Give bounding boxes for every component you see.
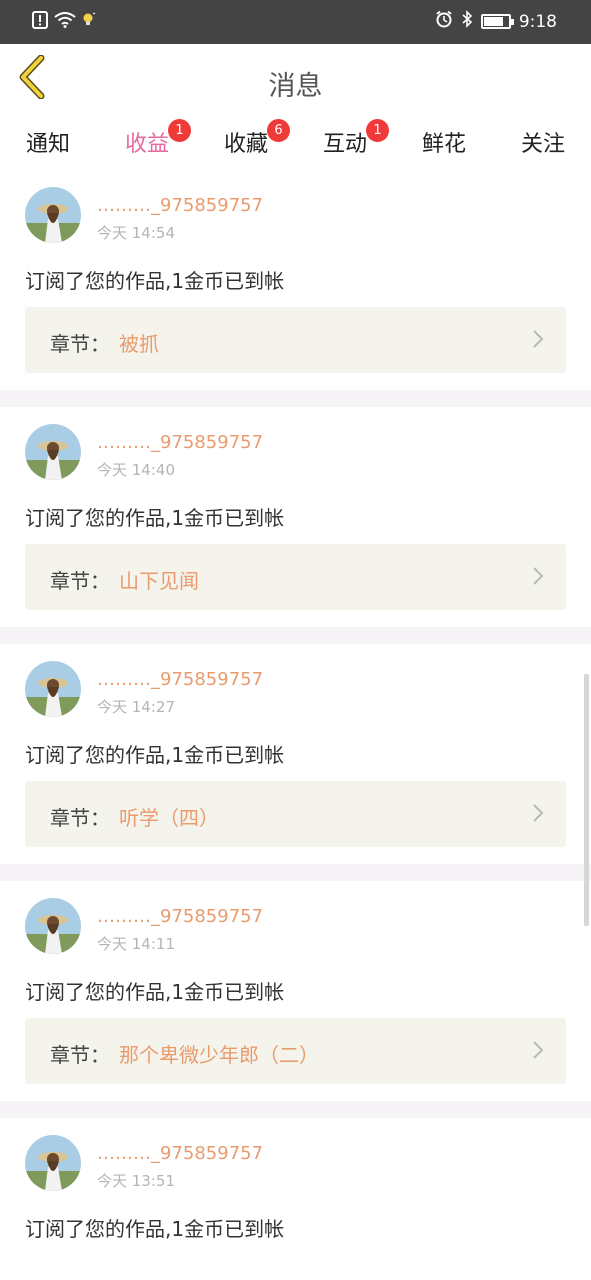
alert-icon [32, 11, 48, 33]
tab-favorites[interactable]: 收藏 6 [206, 119, 290, 166]
list-item: ………_975859757 今天 14:54 订阅了您的作品,1金币已到帐 章节… [0, 170, 591, 390]
message-text: 订阅了您的作品,1金币已到帐 [25, 506, 285, 530]
wifi-icon [54, 12, 76, 32]
list-item: ………_975859757 今天 14:11 订阅了您的作品,1金币已到帐 章节… [0, 881, 591, 1101]
username[interactable]: ………_975859757 [97, 906, 263, 927]
timestamp: 今天 14:54 [97, 224, 175, 242]
avatar[interactable] [25, 898, 81, 954]
chevron-right-icon [532, 1040, 544, 1064]
tab-label: 收益 [124, 132, 169, 157]
list-item: ………_975859757 今天 14:27 订阅了您的作品,1金币已到帐 章节… [0, 644, 591, 864]
bluetooth-icon [461, 10, 473, 33]
chapter-label: 章节： [50, 1043, 110, 1067]
username[interactable]: ………_975859757 [97, 1143, 263, 1164]
chapter-title: 听学（四） [119, 806, 219, 830]
chevron-right-icon [532, 803, 544, 827]
tab-label: 互动 [322, 132, 367, 157]
chapter-link[interactable]: 章节： 那个卑微少年郎（二） [25, 1018, 566, 1084]
scrollbar[interactable] [584, 674, 589, 926]
message-text: 订阅了您的作品,1金币已到帐 [25, 1217, 285, 1241]
unread-badge: 1 [168, 119, 191, 142]
alarm-icon [435, 10, 453, 33]
tab-label: 鲜花 [421, 132, 466, 157]
message-list: ………_975859757 今天 14:54 订阅了您的作品,1金币已到帐 章节… [0, 170, 591, 1280]
tab-notifications[interactable]: 通知 [8, 126, 88, 166]
chapter-label: 章节： [50, 332, 110, 356]
avatar[interactable] [25, 187, 81, 243]
message-text: 订阅了您的作品,1金币已到帐 [25, 269, 285, 293]
tab-label: 关注 [520, 132, 565, 157]
tab-label: 收藏 [223, 132, 268, 157]
username[interactable]: ………_975859757 [97, 195, 263, 216]
avatar[interactable] [25, 424, 81, 480]
username[interactable]: ………_975859757 [97, 432, 263, 453]
list-item: ………_975859757 今天 13:51 订阅了您的作品,1金币已到帐 [0, 1118, 591, 1280]
tab-flowers[interactable]: 鲜花 [404, 126, 484, 166]
chapter-title: 那个卑微少年郎（二） [119, 1043, 319, 1067]
chevron-right-icon [532, 566, 544, 590]
message-text: 订阅了您的作品,1金币已到帐 [25, 980, 285, 1004]
chapter-link[interactable]: 章节： 山下见闻 [25, 544, 566, 610]
chapter-title: 被抓 [119, 332, 159, 356]
divider [0, 390, 591, 407]
clock-time: 9:18 [518, 11, 557, 32]
divider [0, 627, 591, 644]
battery-icon [480, 14, 514, 29]
unread-badge: 1 [366, 119, 389, 142]
chapter-title: 山下见闻 [119, 569, 199, 593]
divider [0, 864, 591, 881]
avatar[interactable] [25, 1135, 81, 1191]
tab-label: 通知 [25, 132, 70, 157]
status-bar: 9:18 [0, 0, 591, 44]
avatar[interactable] [25, 661, 81, 717]
timestamp: 今天 14:27 [97, 698, 175, 716]
chevron-right-icon [532, 329, 544, 353]
timestamp: 今天 14:40 [97, 461, 175, 479]
chapter-label: 章节： [50, 569, 110, 593]
divider [0, 1101, 591, 1118]
unread-badge: 6 [267, 119, 290, 142]
timestamp: 今天 14:11 [97, 935, 175, 953]
chapter-link[interactable]: 章节： 听学（四） [25, 781, 566, 847]
message-text: 订阅了您的作品,1金币已到帐 [25, 743, 285, 767]
page-title: 消息 [268, 71, 323, 102]
tab-following[interactable]: 关注 [503, 126, 583, 166]
bulb-icon [82, 12, 96, 32]
username[interactable]: ………_975859757 [97, 669, 263, 690]
app-header: 消息 [0, 44, 591, 116]
tab-bar: 通知 收益 1 收藏 6 互动 1 鲜花 关注 [0, 116, 591, 174]
tab-interactions[interactable]: 互动 1 [305, 119, 389, 166]
chapter-label: 章节： [50, 806, 110, 830]
timestamp: 今天 13:51 [97, 1172, 175, 1190]
list-item: ………_975859757 今天 14:40 订阅了您的作品,1金币已到帐 章节… [0, 407, 591, 627]
tab-earnings[interactable]: 收益 1 [107, 119, 191, 174]
chapter-link[interactable]: 章节： 被抓 [25, 307, 566, 373]
